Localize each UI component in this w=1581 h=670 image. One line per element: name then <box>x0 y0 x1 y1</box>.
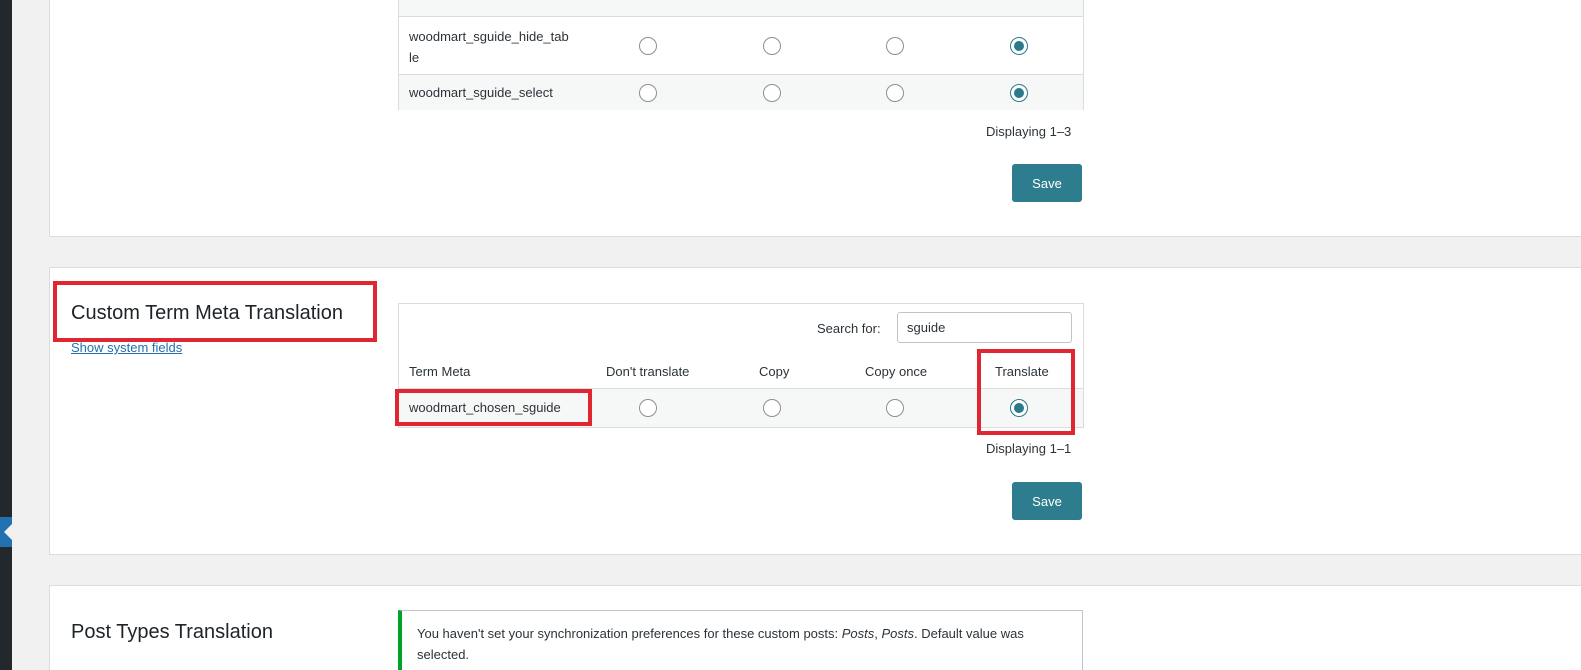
post-types-card: Post Types Translation You haven't set y… <box>49 585 1581 670</box>
save-button[interactable]: Save <box>1012 482 1082 520</box>
field-name-wrap: le <box>409 50 420 65</box>
translate-radio[interactable] <box>1010 399 1028 417</box>
section-title: Post Types Translation <box>71 621 273 643</box>
show-system-fields-link[interactable]: Show system fields <box>71 340 182 355</box>
custom-fields-table: woodmart_sguide woodmart_sguide_hide_tab… <box>398 0 1084 110</box>
sidebar-arrow-icon <box>4 524 12 540</box>
table-row: woodmart_sguide_select <box>399 74 1083 110</box>
table-row: woodmart_chosen_sguide <box>399 388 1083 427</box>
notice-text: You haven't set your synchronization pre… <box>417 623 1067 665</box>
column-header-copy: Copy <box>759 364 790 379</box>
column-header-term-meta: Term Meta <box>409 364 471 379</box>
save-button[interactable]: Save <box>1012 164 1082 202</box>
dont-translate-radio[interactable] <box>639 399 657 417</box>
field-name: woodmart_sguide_select <box>409 85 553 100</box>
copy-radio[interactable] <box>763 37 781 55</box>
section-title: Custom Term Meta Translation <box>71 302 343 324</box>
notice-post-type: Posts <box>841 626 875 641</box>
column-header-translate: Translate <box>995 364 1049 379</box>
copy-once-radio[interactable] <box>886 37 904 55</box>
translate-radio[interactable] <box>1010 84 1028 102</box>
notice-prefix: You haven't set your synchronization pre… <box>417 626 842 641</box>
admin-sidebar <box>0 0 12 670</box>
table-row: woodmart_sguide <box>399 0 1083 16</box>
custom-fields-card: woodmart_sguide woodmart_sguide_hide_tab… <box>49 0 1581 237</box>
pagination-info: Displaying 1–1 <box>986 441 1072 456</box>
term-meta-card: Custom Term Meta Translation Show system… <box>49 267 1581 555</box>
copy-once-radio[interactable] <box>886 84 904 102</box>
notice-post-type: Posts <box>881 626 914 641</box>
field-name: woodmart_sguide_hide_tab <box>409 29 569 44</box>
search-label: Search for: <box>817 321 881 336</box>
copy-once-radio[interactable] <box>886 399 904 417</box>
column-header-copy-once: Copy once <box>865 364 928 379</box>
translate-radio[interactable] <box>1010 37 1028 55</box>
dont-translate-radio[interactable] <box>639 84 657 102</box>
pagination-info: Displaying 1–3 <box>986 124 1072 139</box>
dont-translate-radio[interactable] <box>639 37 657 55</box>
table-row: woodmart_sguide_hide_tab le <box>399 16 1083 74</box>
copy-radio[interactable] <box>763 84 781 102</box>
column-header-dont-translate: Don't translate <box>606 364 690 379</box>
term-meta-table: Search for: Term Meta Don't translate Co… <box>398 303 1084 428</box>
sync-notice: You haven't set your synchronization pre… <box>398 610 1083 670</box>
copy-radio[interactable] <box>763 399 781 417</box>
search-input[interactable] <box>897 312 1072 343</box>
term-meta-name: woodmart_chosen_sguide <box>409 400 561 415</box>
field-name: woodmart_sguide <box>409 0 512 3</box>
